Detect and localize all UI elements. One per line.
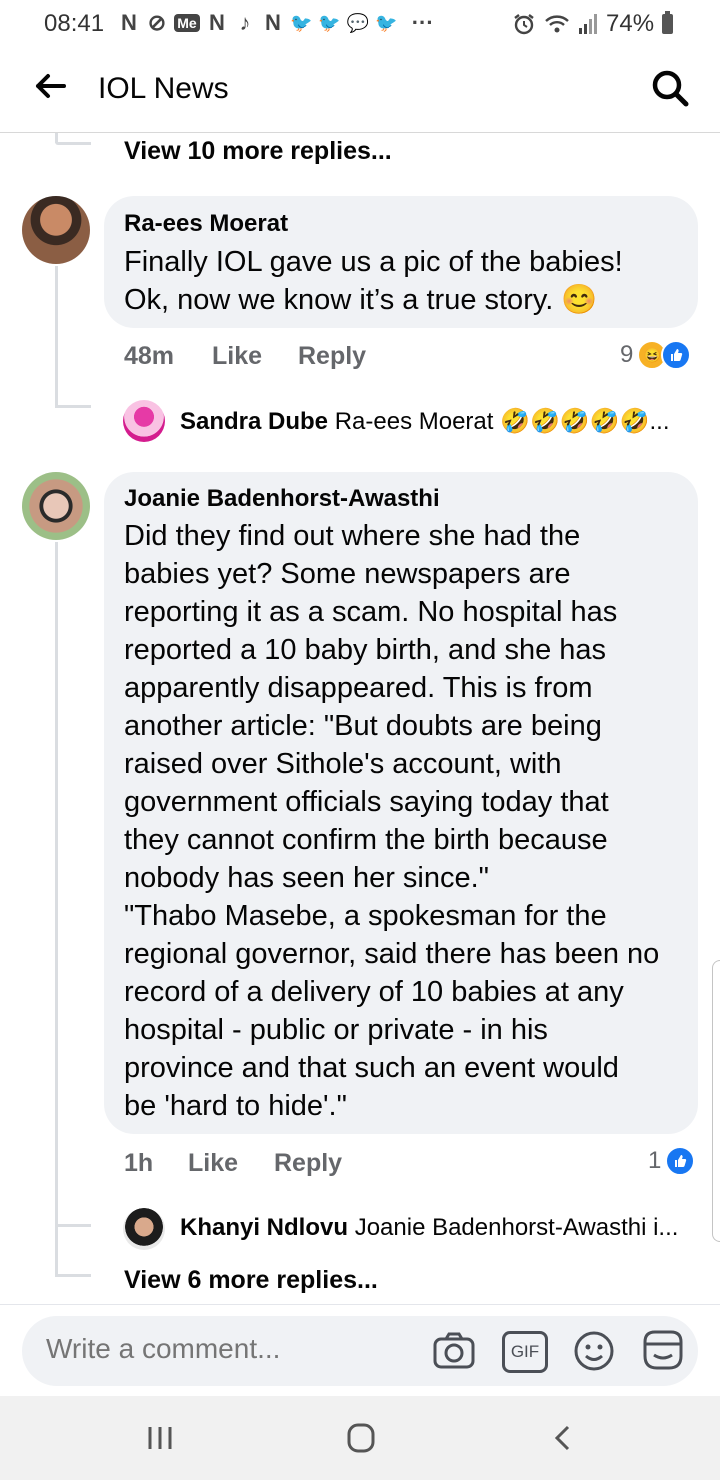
notification-icon: 🐦 [290,12,313,33]
alarm-icon [514,14,534,35]
thread-line [55,266,58,406]
reply-preview[interactable]: Sandra Dube Ra-ees Moerat 🤣🤣🤣🤣🤣... [180,407,680,436]
notification-icon: N [265,10,281,35]
reaction-summary[interactable]: 1 [648,1146,696,1176]
comment-author[interactable]: Ra-ees Moerat [124,210,288,238]
like-reaction-icon [665,1146,696,1176]
comment-author[interactable]: Joanie Badenhorst-Awasthi [124,485,440,513]
comment-time: 48m [124,342,175,370]
system-icons: 74% [512,10,674,38]
app-header: IOL News [0,46,720,133]
notification-icon: Me [174,14,200,32]
view-more-replies-link[interactable]: View 6 more replies... [124,1266,378,1295]
notification-icons: N ⊘ Me N ♪ N 🐦 🐦 💬 🐦 ··· [118,8,434,38]
battery-percent: 74% [606,10,655,37]
more-notifications: ··· [411,10,434,35]
comment-text: Finally IOL gave us a pic of the babies!… [124,246,623,316]
thread-line [55,542,58,1277]
sticker-icon[interactable] [641,1328,685,1372]
comment-text: Did they find out where she had the babi… [124,520,660,1122]
like-reaction-icon [661,340,692,370]
status-bar: 08:41 N ⊘ Me N ♪ N 🐦 🐦 💬 🐦 ··· 74% [0,0,720,46]
view-more-replies-link[interactable]: View 10 more replies... [124,137,392,166]
emoji-icon[interactable] [572,1329,616,1373]
reaction-summary[interactable]: 9 😆 [620,340,692,370]
signal-icon [579,14,597,34]
reply-author: Sandra Dube [180,408,329,435]
avatar[interactable] [22,472,90,540]
notification-icon: ⊘ [147,10,167,35]
recent-apps-icon[interactable] [146,1424,174,1452]
avatar[interactable] [22,196,90,264]
gif-icon[interactable]: GIF [502,1331,548,1373]
thread-line [55,405,91,408]
notification-icon: 🐦 [375,12,398,33]
back-icon[interactable] [552,1424,574,1452]
gif-label: GIF [510,1342,540,1361]
thread-line [55,1274,91,1277]
reaction-count: 1 [648,1147,662,1174]
battery-icon [662,11,674,34]
comment-time: 1h [124,1149,154,1177]
notification-icon: 💬 [346,12,370,33]
search-icon[interactable] [648,66,692,110]
avatar[interactable] [123,400,165,442]
notification-icon: ♪ [239,10,251,35]
page-title: IOL News [98,72,229,105]
status-time: 08:41 [44,10,105,37]
comment-input[interactable] [44,1332,418,1366]
like-button[interactable]: Like [188,1149,238,1178]
reaction-count: 9 [620,341,634,368]
like-button[interactable]: Like [212,342,262,371]
scrollbar[interactable] [712,960,720,1242]
avatar[interactable] [123,1208,165,1250]
reply-author: Khanyi Ndlovu [180,1214,349,1241]
thread-line [55,1224,91,1227]
reply-button[interactable]: Reply [298,342,366,371]
notification-icon: N [121,10,137,35]
notification-icon: N [209,10,225,35]
reply-button[interactable]: Reply [274,1149,342,1178]
reply-text: Ra-ees Moerat 🤣🤣🤣🤣🤣... [334,408,670,435]
reply-text: Joanie Badenhorst-Awasthi i... [354,1214,679,1241]
thread-line [55,142,91,145]
wifi-icon [545,15,569,33]
reply-preview[interactable]: Khanyi Ndlovu Joanie Badenhorst-Awasthi … [180,1214,700,1242]
back-arrow-icon[interactable] [30,66,70,106]
home-icon[interactable] [346,1422,376,1454]
notification-icon: 🐦 [318,12,341,33]
system-nav-bar [0,1396,720,1480]
camera-icon[interactable] [432,1329,476,1373]
